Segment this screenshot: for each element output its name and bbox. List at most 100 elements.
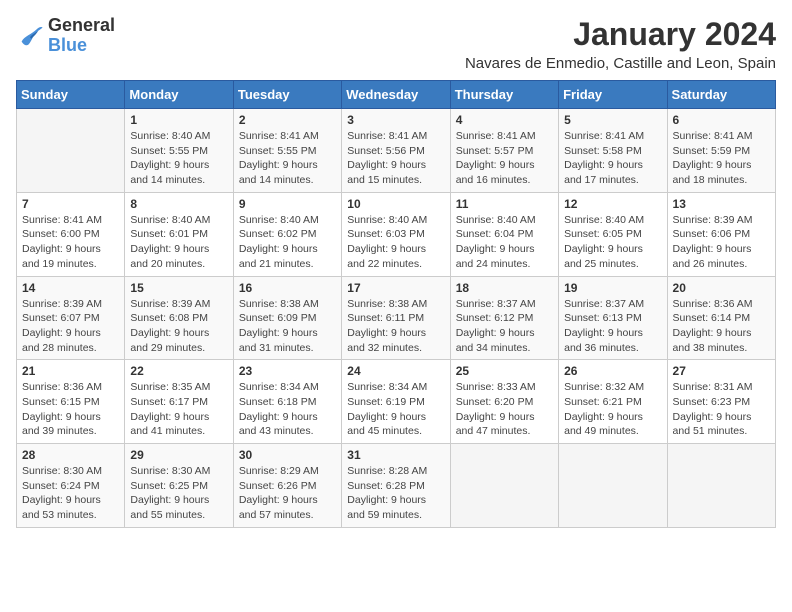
week-row-1: 1 Sunrise: 8:40 AM Sunset: 5:55 PM Daylig… [17,109,776,193]
calendar-cell: 14 Sunrise: 8:39 AM Sunset: 6:07 PM Dayli… [17,276,125,360]
header: General Blue January 2024 Navares de Enm… [16,16,776,72]
calendar-cell: 20Sunrise: 8:36 AM Sunset: 6:14 PM Dayli… [667,276,775,360]
day-number: 9 [239,197,336,211]
cell-content: Sunrise: 8:39 AM Sunset: 6:07 PM Dayligh… [22,297,119,356]
calendar-cell [450,444,558,528]
cell-content: Sunrise: 8:32 AM Sunset: 6:21 PM Dayligh… [564,380,661,439]
calendar-cell: 25Sunrise: 8:33 AM Sunset: 6:20 PM Dayli… [450,360,558,444]
cell-content: Sunrise: 8:29 AM Sunset: 6:26 PM Dayligh… [239,464,336,523]
calendar-cell: 30 Sunrise: 8:29 AM Sunset: 6:26 PM Dayli… [233,444,341,528]
day-number: 17 [347,281,444,295]
cell-content: Sunrise: 8:37 AM Sunset: 6:13 PM Dayligh… [564,297,661,356]
weekday-header-wednesday: Wednesday [342,81,450,109]
calendar-cell: 9 Sunrise: 8:40 AM Sunset: 6:02 PM Daylig… [233,192,341,276]
cell-content: Sunrise: 8:40 AM Sunset: 5:55 PM Dayligh… [130,129,227,188]
calendar-cell: 3Sunrise: 8:41 AM Sunset: 5:56 PM Daylig… [342,109,450,193]
cell-content: Sunrise: 8:37 AM Sunset: 6:12 PM Dayligh… [456,297,553,356]
calendar-cell: 11 Sunrise: 8:40 AM Sunset: 6:04 PM Dayli… [450,192,558,276]
day-number: 1 [130,113,227,127]
day-number: 21 [22,364,119,378]
calendar-cell: 24 Sunrise: 8:34 AM Sunset: 6:19 PM Dayli… [342,360,450,444]
day-number: 27 [673,364,770,378]
calendar-cell: 10Sunrise: 8:40 AM Sunset: 6:03 PM Dayli… [342,192,450,276]
cell-content: Sunrise: 8:38 AM Sunset: 6:09 PM Dayligh… [239,297,336,356]
day-number: 4 [456,113,553,127]
calendar-cell: 12 Sunrise: 8:40 AM Sunset: 6:05 PM Dayli… [559,192,667,276]
calendar-cell: 5 Sunrise: 8:41 AM Sunset: 5:58 PM Daylig… [559,109,667,193]
cell-content: Sunrise: 8:39 AM Sunset: 6:06 PM Dayligh… [673,213,770,272]
calendar-cell: 31 Sunrise: 8:28 AM Sunset: 6:28 PM Dayli… [342,444,450,528]
day-number: 24 [347,364,444,378]
cell-content: Sunrise: 8:31 AM Sunset: 6:23 PM Dayligh… [673,380,770,439]
week-row-3: 14 Sunrise: 8:39 AM Sunset: 6:07 PM Dayli… [17,276,776,360]
logo: General Blue [16,16,115,56]
cell-content: Sunrise: 8:39 AM Sunset: 6:08 PM Dayligh… [130,297,227,356]
logo-general: General [48,16,115,36]
calendar-cell: 2 Sunrise: 8:41 AM Sunset: 5:55 PM Daylig… [233,109,341,193]
cell-content: Sunrise: 8:41 AM Sunset: 5:58 PM Dayligh… [564,129,661,188]
calendar-cell: 23 Sunrise: 8:34 AM Sunset: 6:18 PM Dayli… [233,360,341,444]
day-number: 10 [347,197,444,211]
cell-content: Sunrise: 8:35 AM Sunset: 6:17 PM Dayligh… [130,380,227,439]
day-number: 14 [22,281,119,295]
cell-content: Sunrise: 8:36 AM Sunset: 6:14 PM Dayligh… [673,297,770,356]
calendar-cell [559,444,667,528]
day-number: 15 [130,281,227,295]
day-number: 30 [239,448,336,462]
cell-content: Sunrise: 8:41 AM Sunset: 5:57 PM Dayligh… [456,129,553,188]
day-number: 28 [22,448,119,462]
cell-content: Sunrise: 8:41 AM Sunset: 5:59 PM Dayligh… [673,129,770,188]
logo-bird-icon [16,22,44,50]
calendar-cell [667,444,775,528]
weekday-header-row: SundayMondayTuesdayWednesdayThursdayFrid… [17,81,776,109]
day-number: 5 [564,113,661,127]
logo-blue: Blue [48,36,115,56]
cell-content: Sunrise: 8:33 AM Sunset: 6:20 PM Dayligh… [456,380,553,439]
calendar-cell: 1 Sunrise: 8:40 AM Sunset: 5:55 PM Daylig… [125,109,233,193]
weekday-header-tuesday: Tuesday [233,81,341,109]
weekday-header-sunday: Sunday [17,81,125,109]
day-number: 8 [130,197,227,211]
calendar-cell: 18 Sunrise: 8:37 AM Sunset: 6:12 PM Dayli… [450,276,558,360]
day-number: 2 [239,113,336,127]
calendar-cell: 6Sunrise: 8:41 AM Sunset: 5:59 PM Daylig… [667,109,775,193]
title-area: January 2024 Navares de Enmedio, Castill… [465,16,776,72]
calendar-table: SundayMondayTuesdayWednesdayThursdayFrid… [16,80,776,528]
cell-content: Sunrise: 8:30 AM Sunset: 6:24 PM Dayligh… [22,464,119,523]
cell-content: Sunrise: 8:40 AM Sunset: 6:04 PM Dayligh… [456,213,553,272]
calendar-cell: 29 Sunrise: 8:30 AM Sunset: 6:25 PM Dayli… [125,444,233,528]
day-number: 31 [347,448,444,462]
cell-content: Sunrise: 8:38 AM Sunset: 6:11 PM Dayligh… [347,297,444,356]
location-title: Navares de Enmedio, Castille and Leon, S… [465,55,776,72]
day-number: 29 [130,448,227,462]
calendar-cell: 26 Sunrise: 8:32 AM Sunset: 6:21 PM Dayli… [559,360,667,444]
cell-content: Sunrise: 8:28 AM Sunset: 6:28 PM Dayligh… [347,464,444,523]
day-number: 26 [564,364,661,378]
week-row-2: 7Sunrise: 8:41 AM Sunset: 6:00 PM Daylig… [17,192,776,276]
week-row-5: 28 Sunrise: 8:30 AM Sunset: 6:24 PM Dayli… [17,444,776,528]
cell-content: Sunrise: 8:41 AM Sunset: 5:55 PM Dayligh… [239,129,336,188]
calendar-cell: 27 Sunrise: 8:31 AM Sunset: 6:23 PM Dayli… [667,360,775,444]
calendar-cell: 22Sunrise: 8:35 AM Sunset: 6:17 PM Dayli… [125,360,233,444]
day-number: 12 [564,197,661,211]
calendar-cell: 17 Sunrise: 8:38 AM Sunset: 6:11 PM Dayli… [342,276,450,360]
calendar-cell: 13Sunrise: 8:39 AM Sunset: 6:06 PM Dayli… [667,192,775,276]
cell-content: Sunrise: 8:34 AM Sunset: 6:18 PM Dayligh… [239,380,336,439]
weekday-header-friday: Friday [559,81,667,109]
calendar-cell: 16 Sunrise: 8:38 AM Sunset: 6:09 PM Dayli… [233,276,341,360]
weekday-header-saturday: Saturday [667,81,775,109]
calendar-cell: 8 Sunrise: 8:40 AM Sunset: 6:01 PM Daylig… [125,192,233,276]
cell-content: Sunrise: 8:40 AM Sunset: 6:01 PM Dayligh… [130,213,227,272]
calendar-cell: 28 Sunrise: 8:30 AM Sunset: 6:24 PM Dayli… [17,444,125,528]
day-number: 16 [239,281,336,295]
cell-content: Sunrise: 8:41 AM Sunset: 6:00 PM Dayligh… [22,213,119,272]
cell-content: Sunrise: 8:34 AM Sunset: 6:19 PM Dayligh… [347,380,444,439]
month-title: January 2024 [465,16,776,53]
day-number: 18 [456,281,553,295]
cell-content: Sunrise: 8:40 AM Sunset: 6:05 PM Dayligh… [564,213,661,272]
day-number: 11 [456,197,553,211]
day-number: 23 [239,364,336,378]
cell-content: Sunrise: 8:30 AM Sunset: 6:25 PM Dayligh… [130,464,227,523]
cell-content: Sunrise: 8:40 AM Sunset: 6:02 PM Dayligh… [239,213,336,272]
weekday-header-thursday: Thursday [450,81,558,109]
